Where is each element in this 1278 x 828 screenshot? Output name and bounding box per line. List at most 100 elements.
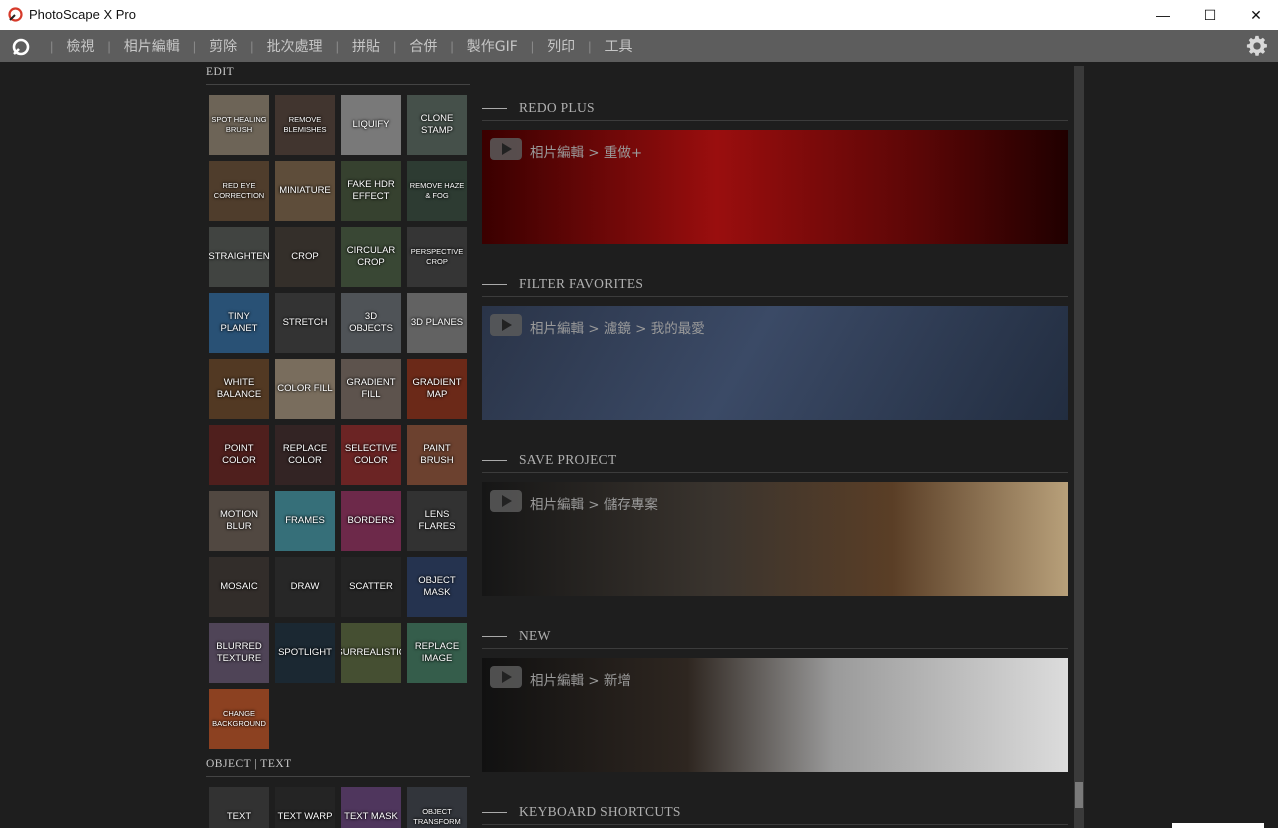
scrollbar-thumb[interactable] (1075, 782, 1083, 808)
tool-tile[interactable]: PAINT BRUSH (407, 425, 467, 485)
tool-tile[interactable]: 3D PLANES (407, 293, 467, 353)
card-divider (482, 120, 1068, 121)
tool-tile[interactable]: SPOTLIGHT (275, 623, 335, 683)
video-banner[interactable]: 相片編輯 > 濾鏡 > 我的最愛 (482, 306, 1068, 420)
tool-tile[interactable]: OBJECT TRANSFORM (407, 787, 467, 828)
video-label: 相片編輯 > 儲存專案 (530, 497, 658, 513)
card-title: KEYBOARD SHORTCUTS (519, 804, 681, 819)
tool-tile[interactable]: STRETCH (275, 293, 335, 353)
tool-tile[interactable]: BLURRED TEXTURE (209, 623, 269, 683)
menu-item[interactable]: 製作GIF (460, 36, 525, 56)
tool-label: LENS FLARES (418, 509, 456, 532)
tool-tile[interactable]: CROP (275, 227, 335, 287)
card-title: NEW (519, 628, 551, 643)
tool-tile[interactable]: PERSPECTIVE CROP (407, 227, 467, 287)
menu-item[interactable]: 列印 (540, 36, 582, 56)
tool-label: BORDERS (347, 515, 395, 526)
tool-tile[interactable]: CHANGE BACKGROUND (209, 689, 269, 749)
tool-label: SCATTER (349, 581, 393, 592)
tool-tile[interactable]: DRAW (275, 557, 335, 617)
tool-tile[interactable]: FAKE HDR EFFECT (341, 161, 401, 221)
tool-label: SURREALISTIC (341, 647, 401, 658)
tool-label: OBJECT TRANSFORM (413, 807, 461, 826)
menu-separator: | (250, 38, 254, 54)
tool-label: CHANGE BACKGROUND (212, 709, 266, 728)
tool-tile[interactable]: POINT COLOR (209, 425, 269, 485)
tool-tile[interactable]: SCATTER (341, 557, 401, 617)
play-icon[interactable] (490, 314, 522, 336)
play-icon[interactable] (490, 490, 522, 512)
tool-tile[interactable]: REMOVE BLEMISHES (275, 95, 335, 155)
menu-separator: | (588, 38, 592, 54)
tool-tile[interactable]: SPOT HEALING BRUSH (209, 95, 269, 155)
app-title: PhotoScape X Pro (29, 7, 136, 22)
home-logo-icon[interactable] (11, 37, 31, 57)
tool-tile[interactable]: GRADIENT FILL (341, 359, 401, 419)
tool-tile[interactable]: WHITE BALANCE (209, 359, 269, 419)
corner-panel (1172, 823, 1264, 828)
minimize-button[interactable]: — (1140, 0, 1186, 30)
menu-item[interactable]: 拼貼 (345, 36, 387, 56)
play-icon[interactable] (490, 138, 522, 160)
tool-tile[interactable]: SURREALISTIC (341, 623, 401, 683)
tool-tile[interactable]: MINIATURE (275, 161, 335, 221)
tool-label: RED EYE CORRECTION (213, 181, 265, 200)
tool-tile[interactable]: REMOVE HAZE & FOG (407, 161, 467, 221)
menu-item[interactable]: 剪除 (202, 36, 244, 56)
play-icon[interactable] (490, 666, 522, 688)
video-label: 相片編輯 > 濾鏡 > 我的最愛 (530, 321, 705, 337)
card-title: SAVE PROJECT (519, 452, 617, 467)
tool-label: SPOT HEALING BRUSH (211, 115, 267, 134)
menu-item[interactable]: 檢視 (59, 36, 101, 56)
menu-item[interactable]: 合併 (402, 36, 444, 56)
tool-tile[interactable]: 3D OBJECTS (341, 293, 401, 353)
tool-label: FAKE HDR EFFECT (347, 179, 395, 202)
video-banner[interactable]: 相片編輯 > 新增 (482, 658, 1068, 772)
tool-tile[interactable]: LENS FLARES (407, 491, 467, 551)
tool-tile[interactable]: LIQUIFY (341, 95, 401, 155)
tool-tile[interactable]: GRADIENT MAP (407, 359, 467, 419)
card-title: REDO PLUS (519, 100, 595, 115)
tool-label: SPOTLIGHT (278, 647, 332, 658)
maximize-button[interactable]: ☐ (1187, 0, 1233, 30)
tool-label: REMOVE BLEMISHES (283, 115, 327, 134)
tool-tile[interactable]: OBJECT MASK (407, 557, 467, 617)
menu-items: | 檢視 | 相片編輯 | 剪除 | 批次處理 | 拼貼 | 合併 | 製作GIF | 列印 | 工具 (44, 30, 640, 62)
card-dash (482, 460, 507, 461)
tool-tile[interactable]: FRAMES (275, 491, 335, 551)
tool-tile[interactable]: COLOR FILL (275, 359, 335, 419)
card-dash (482, 636, 507, 637)
tool-tile[interactable]: STRAIGHTEN (209, 227, 269, 287)
menu-item[interactable]: 相片編輯 (117, 36, 187, 56)
tool-tile[interactable]: MOSAIC (209, 557, 269, 617)
tool-tile[interactable]: SELECTIVE COLOR (341, 425, 401, 485)
settings-gear-icon[interactable] (1246, 35, 1268, 57)
card-divider (482, 472, 1068, 473)
menu-item[interactable]: 批次處理 (260, 36, 330, 56)
tool-tile[interactable]: TINY PLANET (209, 293, 269, 353)
tool-label: MOSAIC (220, 581, 258, 592)
tool-label: GRADIENT MAP (412, 377, 462, 400)
tool-tile[interactable]: TEXT MASK (341, 787, 401, 828)
scrollbar-track[interactable] (1074, 66, 1084, 828)
tool-tile[interactable]: REPLACE COLOR (275, 425, 335, 485)
tool-label: TEXT MASK (344, 811, 398, 822)
tool-label: OBJECT MASK (418, 575, 456, 598)
close-button[interactable]: ✕ (1233, 0, 1278, 30)
menu-item[interactable]: 工具 (598, 36, 640, 56)
tool-tile[interactable]: CLONE STAMP (407, 95, 467, 155)
tool-tile[interactable]: REPLACE IMAGE (407, 623, 467, 683)
video-banner[interactable]: 相片編輯 > 重做+ (482, 130, 1068, 244)
tool-label: GRADIENT FILL (346, 377, 396, 400)
card-dash (482, 284, 507, 285)
tool-tile[interactable]: MOTION BLUR (209, 491, 269, 551)
tool-tile[interactable]: RED EYE CORRECTION (209, 161, 269, 221)
video-banner[interactable]: 相片編輯 > 儲存專案 (482, 482, 1068, 596)
tool-tile[interactable]: TEXT WARP (275, 787, 335, 828)
tool-tile[interactable]: CIRCULAR CROP (341, 227, 401, 287)
tool-label: STRAIGHTEN (209, 251, 269, 262)
tool-label: 3D PLANES (410, 317, 464, 328)
tool-tile[interactable]: BORDERS (341, 491, 401, 551)
object-text-section-heading: OBJECT | TEXT (206, 758, 292, 770)
tool-tile[interactable]: TEXT (209, 787, 269, 828)
